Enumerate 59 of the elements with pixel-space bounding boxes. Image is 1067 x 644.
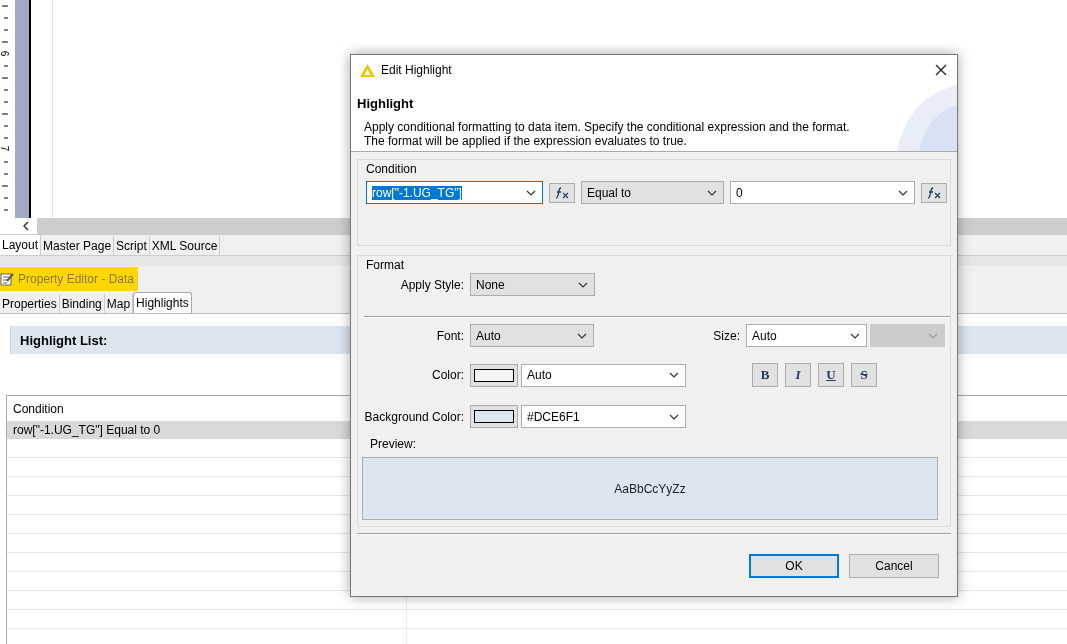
text-style-button[interactable]: U <box>818 363 844 387</box>
dialog-heading: Highlight <box>357 96 415 111</box>
field-label: Size: <box>712 328 741 343</box>
field-label: Font: <box>435 328 465 343</box>
preview-label: Preview: <box>370 437 417 451</box>
value-dropdown[interactable]: 0 <box>730 181 915 204</box>
field-label: Apply Style: <box>399 277 465 292</box>
text-style-button[interactable]: B <box>752 363 778 387</box>
expression-builder-button[interactable] <box>921 182 947 203</box>
chevron-left-icon <box>23 221 29 231</box>
ruler-number: 7 <box>0 145 11 152</box>
chevron-icon <box>577 332 587 339</box>
property-tab[interactable]: Binding <box>59 294 105 313</box>
close-button[interactable] <box>933 62 949 78</box>
expression-builder-button[interactable] <box>549 182 575 203</box>
color-dropdown[interactable]: Auto <box>521 363 686 387</box>
operator-dropdown[interactable]: Equal to <box>581 181 724 204</box>
close-icon <box>933 62 949 78</box>
function-icon <box>554 186 570 199</box>
table-cell: row["-1.UG_TG"] Equal to 0 <box>13 423 161 437</box>
size-dropdown[interactable]: Auto <box>746 324 867 347</box>
group-legend: Format <box>366 258 950 272</box>
dialog-title: Edit Highlight <box>381 63 453 77</box>
dialog-button[interactable]: OK <box>749 553 839 578</box>
property-editor-title: Property Editor - Data <box>0 267 139 291</box>
editor-tab[interactable]: XML Source <box>149 236 221 255</box>
chevron-icon <box>669 413 679 420</box>
field-label: Background Color: <box>363 409 465 424</box>
background-color-dropdown[interactable]: #DCE6F1 <box>521 405 686 428</box>
text-style-button[interactable]: S <box>851 363 877 387</box>
dialog-button[interactable]: Cancel <box>849 553 939 578</box>
function-icon <box>926 186 942 199</box>
expression-dropdown[interactable]: row["-1.UG_TG"] <box>366 181 543 204</box>
edit-form-icon <box>0 272 14 286</box>
property-tab[interactable]: Properties <box>0 294 60 313</box>
chevron-icon <box>898 189 908 196</box>
preview-box: AaBbCcYyZz <box>362 457 938 520</box>
editor-tab[interactable]: Script <box>114 236 150 255</box>
chevron-icon <box>707 189 717 196</box>
editor-tab[interactable]: Master Page <box>41 236 115 255</box>
ruler-number: 6 <box>0 50 11 57</box>
property-tab[interactable]: Map <box>104 294 134 313</box>
chevron-icon <box>928 332 938 339</box>
triangle-logo-icon <box>360 63 375 77</box>
chevron-icon <box>526 189 536 196</box>
chevron-icon <box>669 372 679 378</box>
color-swatch-button[interactable] <box>470 405 518 428</box>
editor-tab[interactable]: Layout <box>0 235 42 255</box>
chevron-icon <box>578 281 588 288</box>
text-style-button[interactable]: I <box>785 363 811 387</box>
field-label: Color: <box>431 368 465 382</box>
description-text: The format will be applied if the expression evaluates to true. <box>364 134 688 148</box>
style-dropdown[interactable]: None <box>470 273 595 296</box>
color-swatch-button[interactable] <box>470 363 518 387</box>
chevron-icon <box>850 332 860 339</box>
group-legend: Condition <box>366 162 950 176</box>
description-text: Apply conditional formatting to data item. Specify the conditional expression and the format. <box>364 120 851 134</box>
property-tab[interactable]: Highlights <box>133 292 192 313</box>
font-dropdown[interactable]: Auto <box>470 324 594 347</box>
